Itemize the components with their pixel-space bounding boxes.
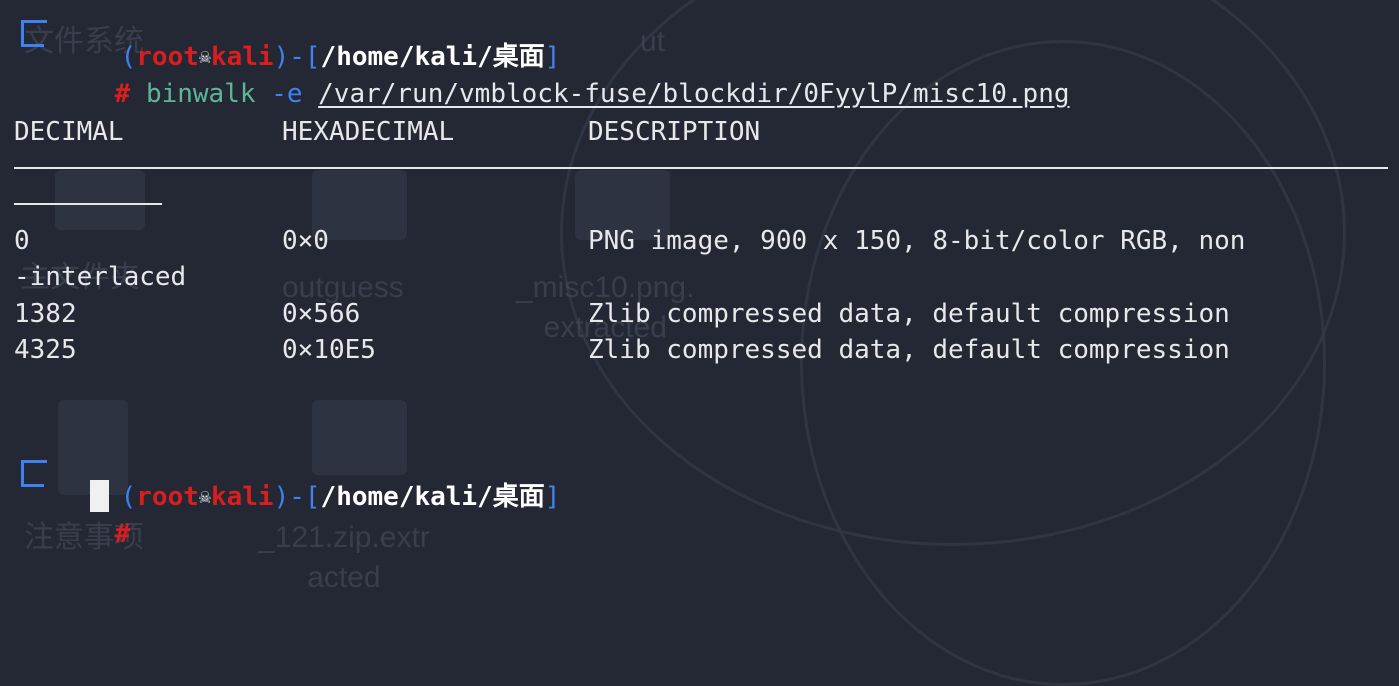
prompt-close: ] bbox=[544, 482, 561, 512]
cell-description: Zlib compressed data, default compressio… bbox=[588, 335, 1230, 365]
header-hexadecimal: HEXADECIMAL bbox=[282, 117, 455, 147]
command-line[interactable]: # binwalk -e /var/run/vmblock-fuse/block… bbox=[52, 40, 1070, 109]
command-target-path[interactable]: /var/run/vmblock-fuse/blockdir/0FyylP/mi… bbox=[318, 79, 1069, 109]
prompt-path: /home/kali/桌面 bbox=[320, 482, 545, 512]
cell-description-wrap: -interlaced bbox=[14, 262, 187, 292]
skull-icon: ☠ bbox=[198, 484, 211, 508]
header-decimal: DECIMAL bbox=[14, 117, 124, 147]
cell-decimal: 4325 bbox=[14, 335, 77, 365]
command-flag: -e bbox=[271, 79, 303, 109]
cell-hex: 0×10E5 bbox=[282, 335, 376, 365]
prompt-line: (root☠kali)-[/home/kali/桌面] bbox=[58, 2, 561, 72]
prompt-line: (root☠kali)-[/home/kali/桌面] bbox=[58, 442, 561, 512]
cell-hex: 0×0 bbox=[282, 226, 329, 256]
cell-decimal: 1382 bbox=[14, 299, 77, 329]
terminal-window[interactable]: (root☠kali)-[/home/kali/桌面] # binwalk -e… bbox=[0, 0, 1399, 626]
command-program: binwalk bbox=[145, 79, 256, 109]
text-cursor[interactable] bbox=[90, 480, 109, 512]
header-divider-wrap bbox=[14, 203, 162, 205]
cell-description: Zlib compressed data, default compressio… bbox=[588, 299, 1230, 329]
cell-hex: 0×566 bbox=[282, 299, 361, 329]
header-description: DESCRIPTION bbox=[588, 117, 761, 147]
cell-decimal: 0 bbox=[14, 226, 30, 256]
prompt-symbol: # bbox=[114, 519, 131, 549]
prompt-symbol: # bbox=[114, 79, 131, 109]
prompt-frame bbox=[21, 460, 47, 487]
prompt-host: kali bbox=[210, 482, 274, 512]
prompt-user: root bbox=[136, 482, 199, 512]
prompt-frame bbox=[21, 20, 47, 47]
prompt-separator: )-[ bbox=[273, 482, 321, 512]
header-divider bbox=[14, 167, 1388, 169]
cell-description: PNG image, 900 x 150, 8-bit/color RGB, n… bbox=[588, 226, 1246, 256]
